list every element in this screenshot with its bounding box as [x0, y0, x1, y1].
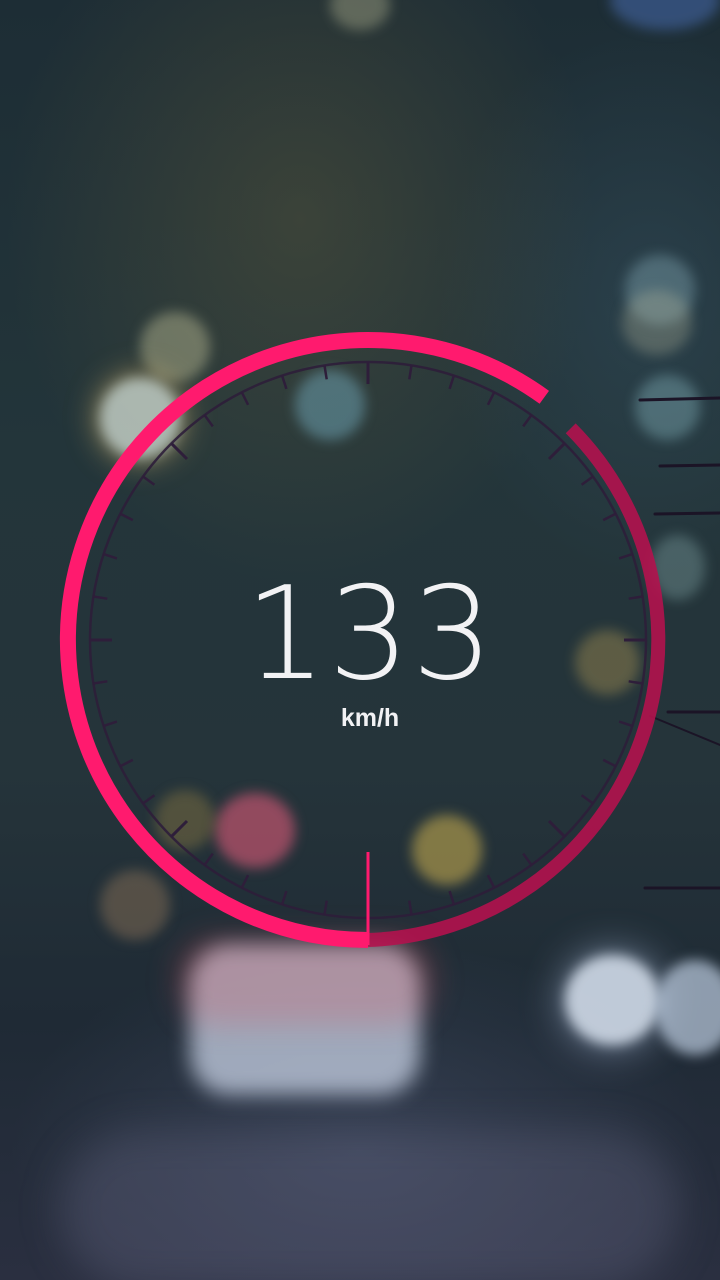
dial-tick — [618, 720, 633, 728]
dial-tick — [448, 375, 456, 390]
dial-tick — [323, 365, 328, 380]
dial-tick — [580, 794, 594, 805]
dial-tick — [203, 414, 214, 428]
dial-tick — [486, 874, 496, 889]
dial-tick — [93, 680, 108, 685]
dial-tick — [142, 794, 156, 805]
dial-tick — [119, 758, 134, 768]
dial-tick — [602, 512, 617, 522]
dial-tick — [203, 852, 214, 866]
speedometer-screen: 133 km/h — [0, 0, 720, 1280]
dial-tick — [547, 442, 566, 461]
dial-tick — [408, 365, 413, 380]
dial-tick — [486, 391, 496, 406]
dial-tick — [170, 819, 189, 838]
dial-tick — [142, 475, 156, 486]
speed-unit: km/h — [340, 704, 400, 732]
dial-tick — [103, 720, 118, 728]
dial-tick — [280, 375, 288, 390]
dial-tick — [522, 414, 533, 428]
dial-tick — [103, 552, 118, 560]
dial-tick — [522, 852, 533, 866]
speed-value: 133 — [244, 560, 496, 709]
dial-tick — [628, 595, 643, 600]
dial-tick — [602, 758, 617, 768]
dial-tick — [448, 890, 456, 905]
dial-tick — [170, 442, 189, 461]
dial-tick — [240, 874, 250, 889]
dial-tick — [240, 391, 250, 406]
dial-tick — [628, 680, 643, 685]
dial-tick — [93, 595, 108, 600]
dial-tick — [119, 512, 134, 522]
dial-tick — [547, 819, 566, 838]
dial-tick — [618, 552, 633, 560]
dial-tick — [280, 890, 288, 905]
dial-tick — [323, 900, 328, 915]
dial-tick — [580, 475, 594, 486]
dial-tick — [408, 900, 413, 915]
